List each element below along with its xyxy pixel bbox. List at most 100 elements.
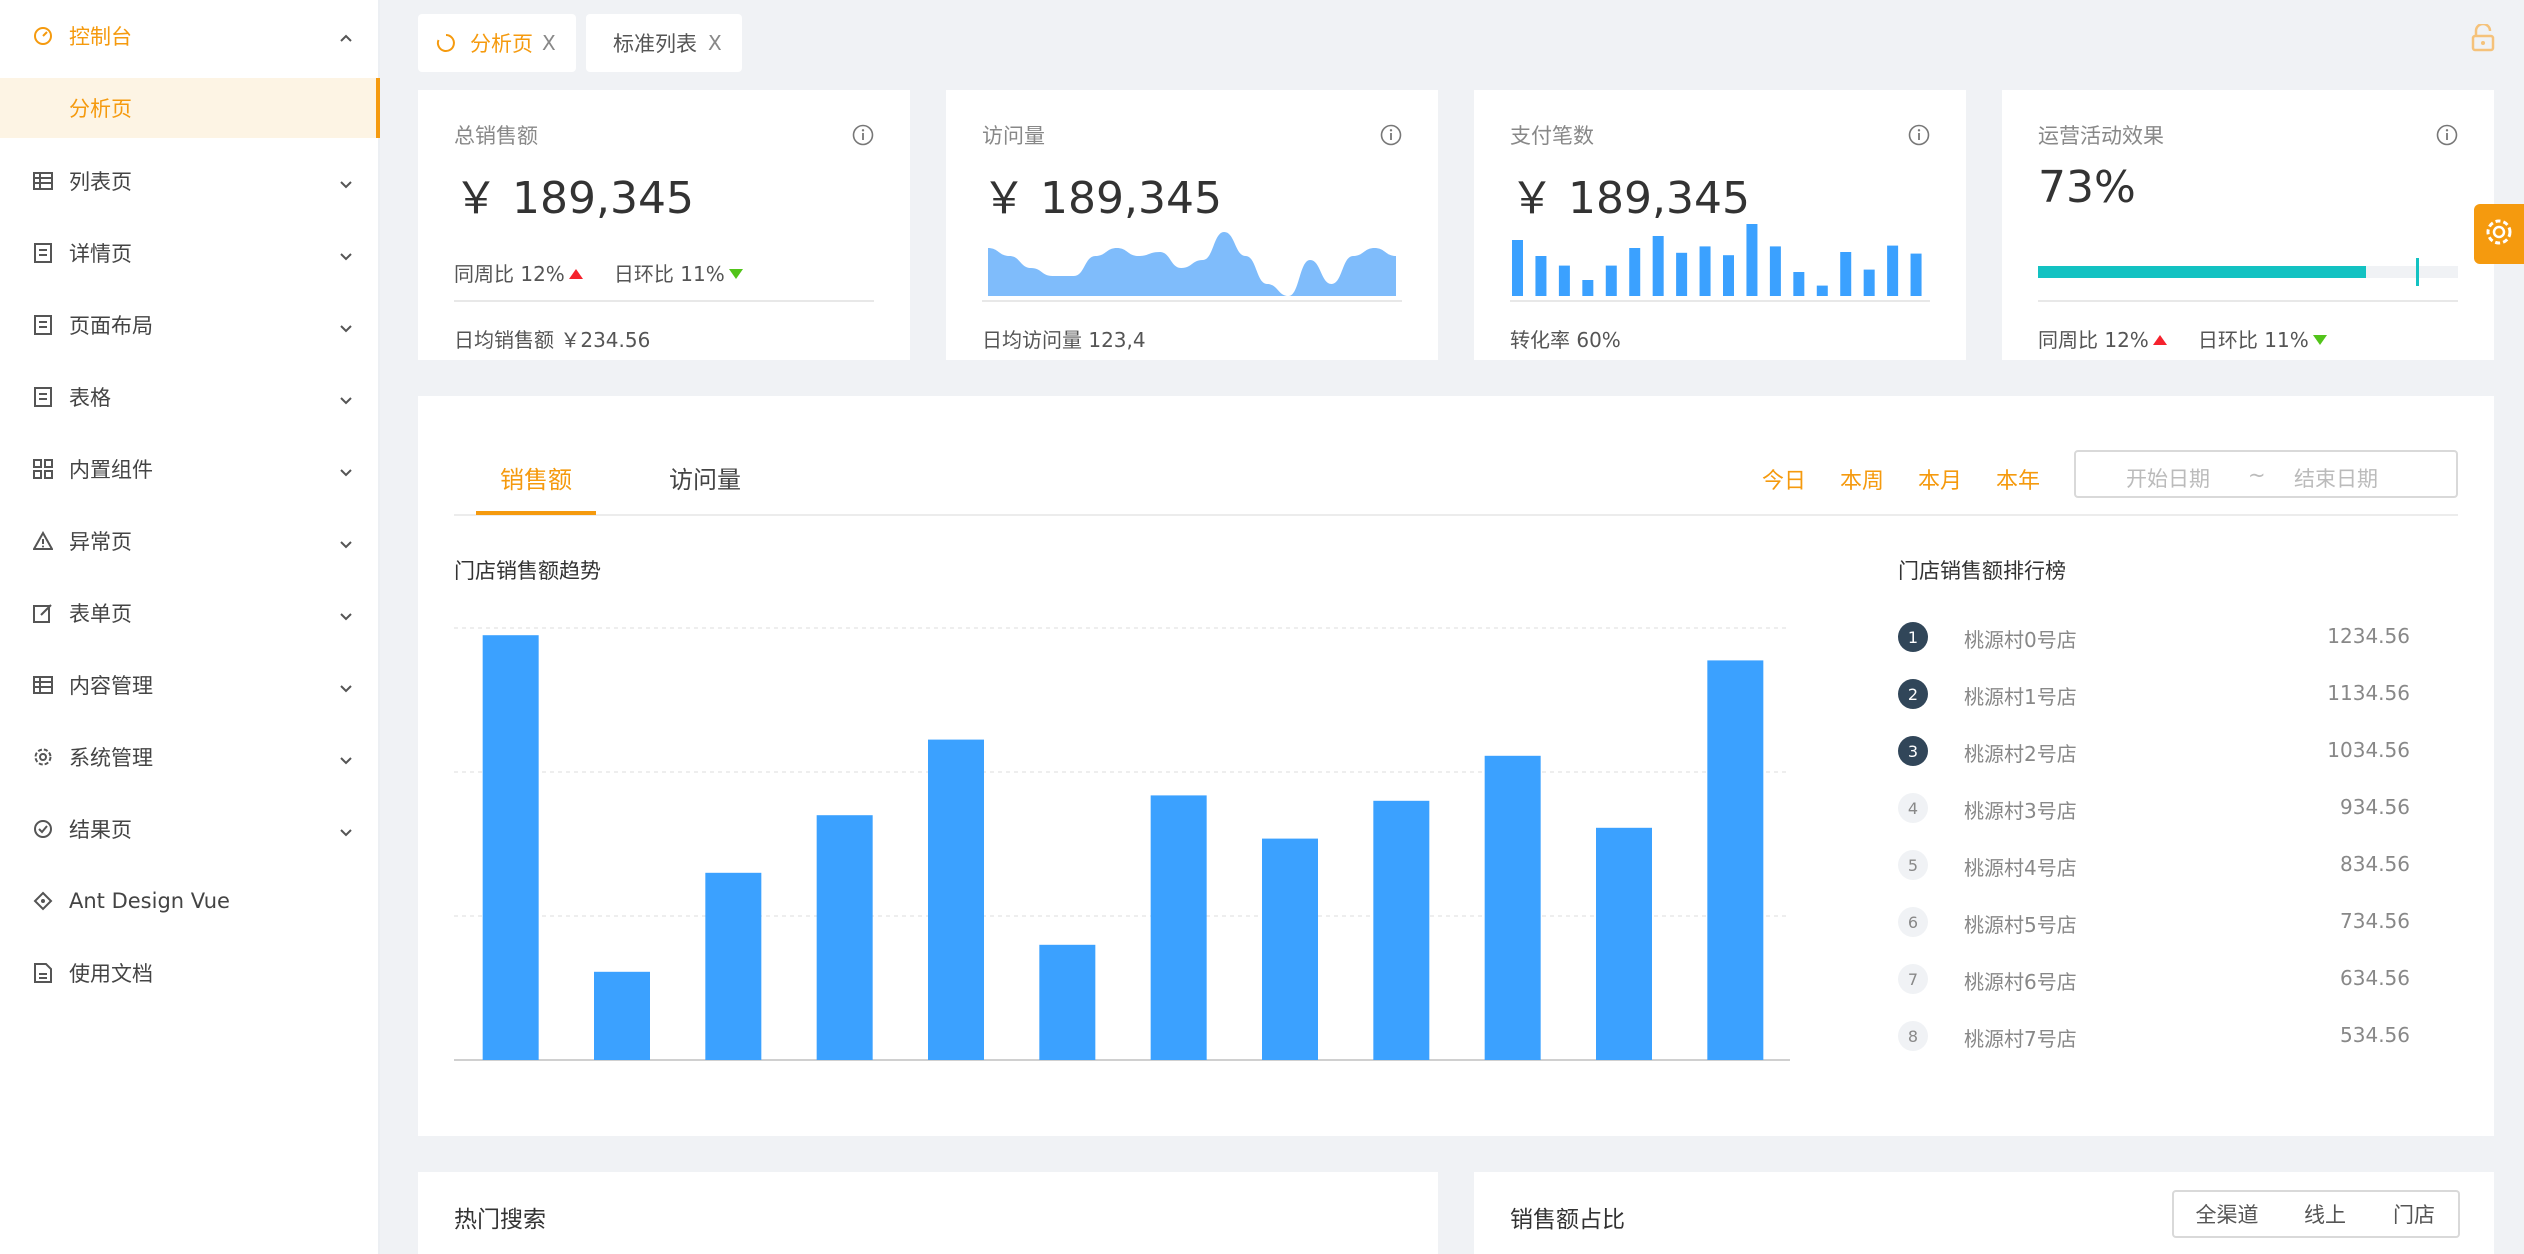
- payments-bar: [1863, 269, 1875, 296]
- profile-icon: [32, 386, 54, 408]
- sales-bar: [705, 872, 762, 1060]
- chevron-down-icon: [338, 821, 354, 837]
- sidebar-item-list[interactable]: 列表页: [0, 145, 380, 217]
- store-sales: 834.56: [2340, 852, 2410, 876]
- hot-search-title: 热门搜索: [454, 1207, 546, 1233]
- sidebar-item-system[interactable]: 系统管理: [0, 721, 380, 793]
- sidebar-item-label: 系统管理: [69, 746, 153, 770]
- stat-title: 访问量: [982, 124, 1045, 148]
- payments-bar: [1840, 252, 1852, 296]
- sidebar-item-label: Ant Design Vue: [69, 889, 230, 913]
- caret-down-icon: [2312, 335, 2327, 345]
- tab-label: 标准列表: [613, 32, 697, 56]
- ranking-row: 6 桃源村5号店 734.56: [1898, 903, 2410, 943]
- progress-fill: [2038, 266, 2366, 278]
- store-name: 桃源村5号店: [1964, 913, 2077, 937]
- sidebar-item-label: 页面布局: [69, 314, 153, 338]
- sidebar-item-docs[interactable]: 使用文档: [0, 937, 380, 1009]
- sales-bar: [1373, 800, 1430, 1060]
- info-icon[interactable]: [1908, 124, 1930, 146]
- unlock-icon[interactable]: [2470, 22, 2496, 52]
- sidebar-item-table[interactable]: 表格: [0, 361, 380, 433]
- period-week[interactable]: 本周: [1840, 463, 1884, 495]
- rank-badge: 2: [1898, 679, 1928, 709]
- sidebar-item-form[interactable]: 表单页: [0, 577, 380, 649]
- table-icon: [32, 674, 54, 696]
- period-year[interactable]: 本年: [1996, 463, 2040, 495]
- close-icon[interactable]: X: [708, 31, 722, 55]
- file-icon: [32, 962, 54, 984]
- tab-underline-rule: [454, 514, 2458, 516]
- sidebar-item-result[interactable]: 结果页: [0, 793, 380, 865]
- segment-online[interactable]: 线上: [2280, 1190, 2372, 1238]
- date-start-input[interactable]: 开始日期: [2126, 463, 2210, 493]
- sales-bar: [1150, 795, 1207, 1060]
- store-name: 桃源村7号店: [1964, 1027, 2077, 1051]
- trend-day: 日环比 11%: [613, 262, 725, 286]
- sales-bar-chart: [454, 627, 1790, 1061]
- stat-footer: 日均销售额 ￥234.56: [454, 328, 651, 352]
- warning-icon: [32, 530, 54, 552]
- date-end-input[interactable]: 结束日期: [2294, 463, 2378, 493]
- payments-bar: [1582, 280, 1594, 296]
- ranking-row: 1 桃源村0号店 1234.56: [1898, 618, 2410, 658]
- segment-all-channels[interactable]: 全渠道: [2172, 1190, 2282, 1238]
- store-name: 桃源村4号店: [1964, 856, 2077, 880]
- chevron-down-icon: [338, 389, 354, 405]
- date-range-picker[interactable]: 开始日期 ~ 结束日期: [2074, 450, 2458, 498]
- stat-value: 73%: [2038, 162, 2136, 213]
- sidebar-item-antdv[interactable]: Ant Design Vue: [0, 865, 380, 937]
- sidebar-subitem-analysis[interactable]: 分析页: [0, 78, 380, 138]
- sidebar-item-label: 异常页: [69, 530, 132, 554]
- hot-search-card: 热门搜索: [418, 1172, 1438, 1254]
- chevron-down-icon: [338, 677, 354, 693]
- segment-store[interactable]: 门店: [2370, 1190, 2460, 1238]
- payments-bar: [1699, 246, 1711, 296]
- info-icon[interactable]: [2436, 124, 2458, 146]
- sidebar-item-components[interactable]: 内置组件: [0, 433, 380, 505]
- sidebar-item-detail[interactable]: 详情页: [0, 217, 380, 289]
- store-sales: 734.56: [2340, 909, 2410, 933]
- stat-footer: 转化率 60%: [1510, 328, 1621, 352]
- period-today[interactable]: 今日: [1762, 463, 1806, 495]
- sidebar-item-layout[interactable]: 页面布局: [0, 289, 380, 361]
- rank-badge: 6: [1898, 907, 1928, 937]
- store-sales: 934.56: [2340, 795, 2410, 819]
- tab-visits[interactable]: 访问量: [669, 460, 741, 495]
- sidebar-item-dashboard[interactable]: 控制台: [0, 0, 380, 72]
- divider: [454, 300, 874, 302]
- ranking-row: 4 桃源村3号店 934.56: [1898, 789, 2410, 829]
- ranking-row: 3 桃源村2号店 1034.56: [1898, 732, 2410, 772]
- date-separator: ~: [2248, 463, 2266, 487]
- sidebar-item-content[interactable]: 内容管理: [0, 649, 380, 721]
- dashboard-icon: [32, 25, 54, 47]
- tab-standard-list[interactable]: 标准列表 X: [586, 14, 742, 72]
- sales-bar: [1484, 755, 1541, 1060]
- info-icon[interactable]: [852, 124, 874, 146]
- period-month[interactable]: 本月: [1918, 463, 1962, 495]
- chevron-down-icon: [338, 605, 354, 621]
- stat-card-visits: 访问量 ￥ 189,345 日均访问量 123,4: [946, 90, 1438, 360]
- payments-bar: [1652, 236, 1664, 296]
- payments-bar: [1769, 246, 1781, 296]
- settings-drawer-button[interactable]: [2474, 204, 2524, 264]
- sales-bar: [816, 815, 873, 1060]
- sidebar-item-exception[interactable]: 异常页: [0, 505, 380, 577]
- sales-bar: [1262, 838, 1318, 1060]
- chevron-down-icon: [338, 749, 354, 765]
- stat-value: ￥ 189,345: [454, 173, 694, 224]
- sidebar-item-label: 内置组件: [69, 458, 153, 482]
- payments-bar: [1723, 255, 1734, 296]
- chart-title: 门店销售额趋势: [454, 559, 601, 583]
- stat-value: ￥ 189,345: [982, 173, 1222, 224]
- close-icon[interactable]: X: [542, 31, 556, 55]
- tab-analysis[interactable]: 分析页 X: [418, 14, 576, 72]
- caret-down-icon: [728, 269, 743, 279]
- chevron-down-icon: [338, 461, 354, 477]
- payments-bar: [1558, 265, 1570, 296]
- setting-icon: [32, 746, 54, 768]
- info-icon[interactable]: [1380, 124, 1402, 146]
- tab-sales[interactable]: 销售额: [500, 460, 572, 495]
- sidebar-subitem-label: 分析页: [69, 97, 132, 121]
- table-icon: [32, 170, 54, 192]
